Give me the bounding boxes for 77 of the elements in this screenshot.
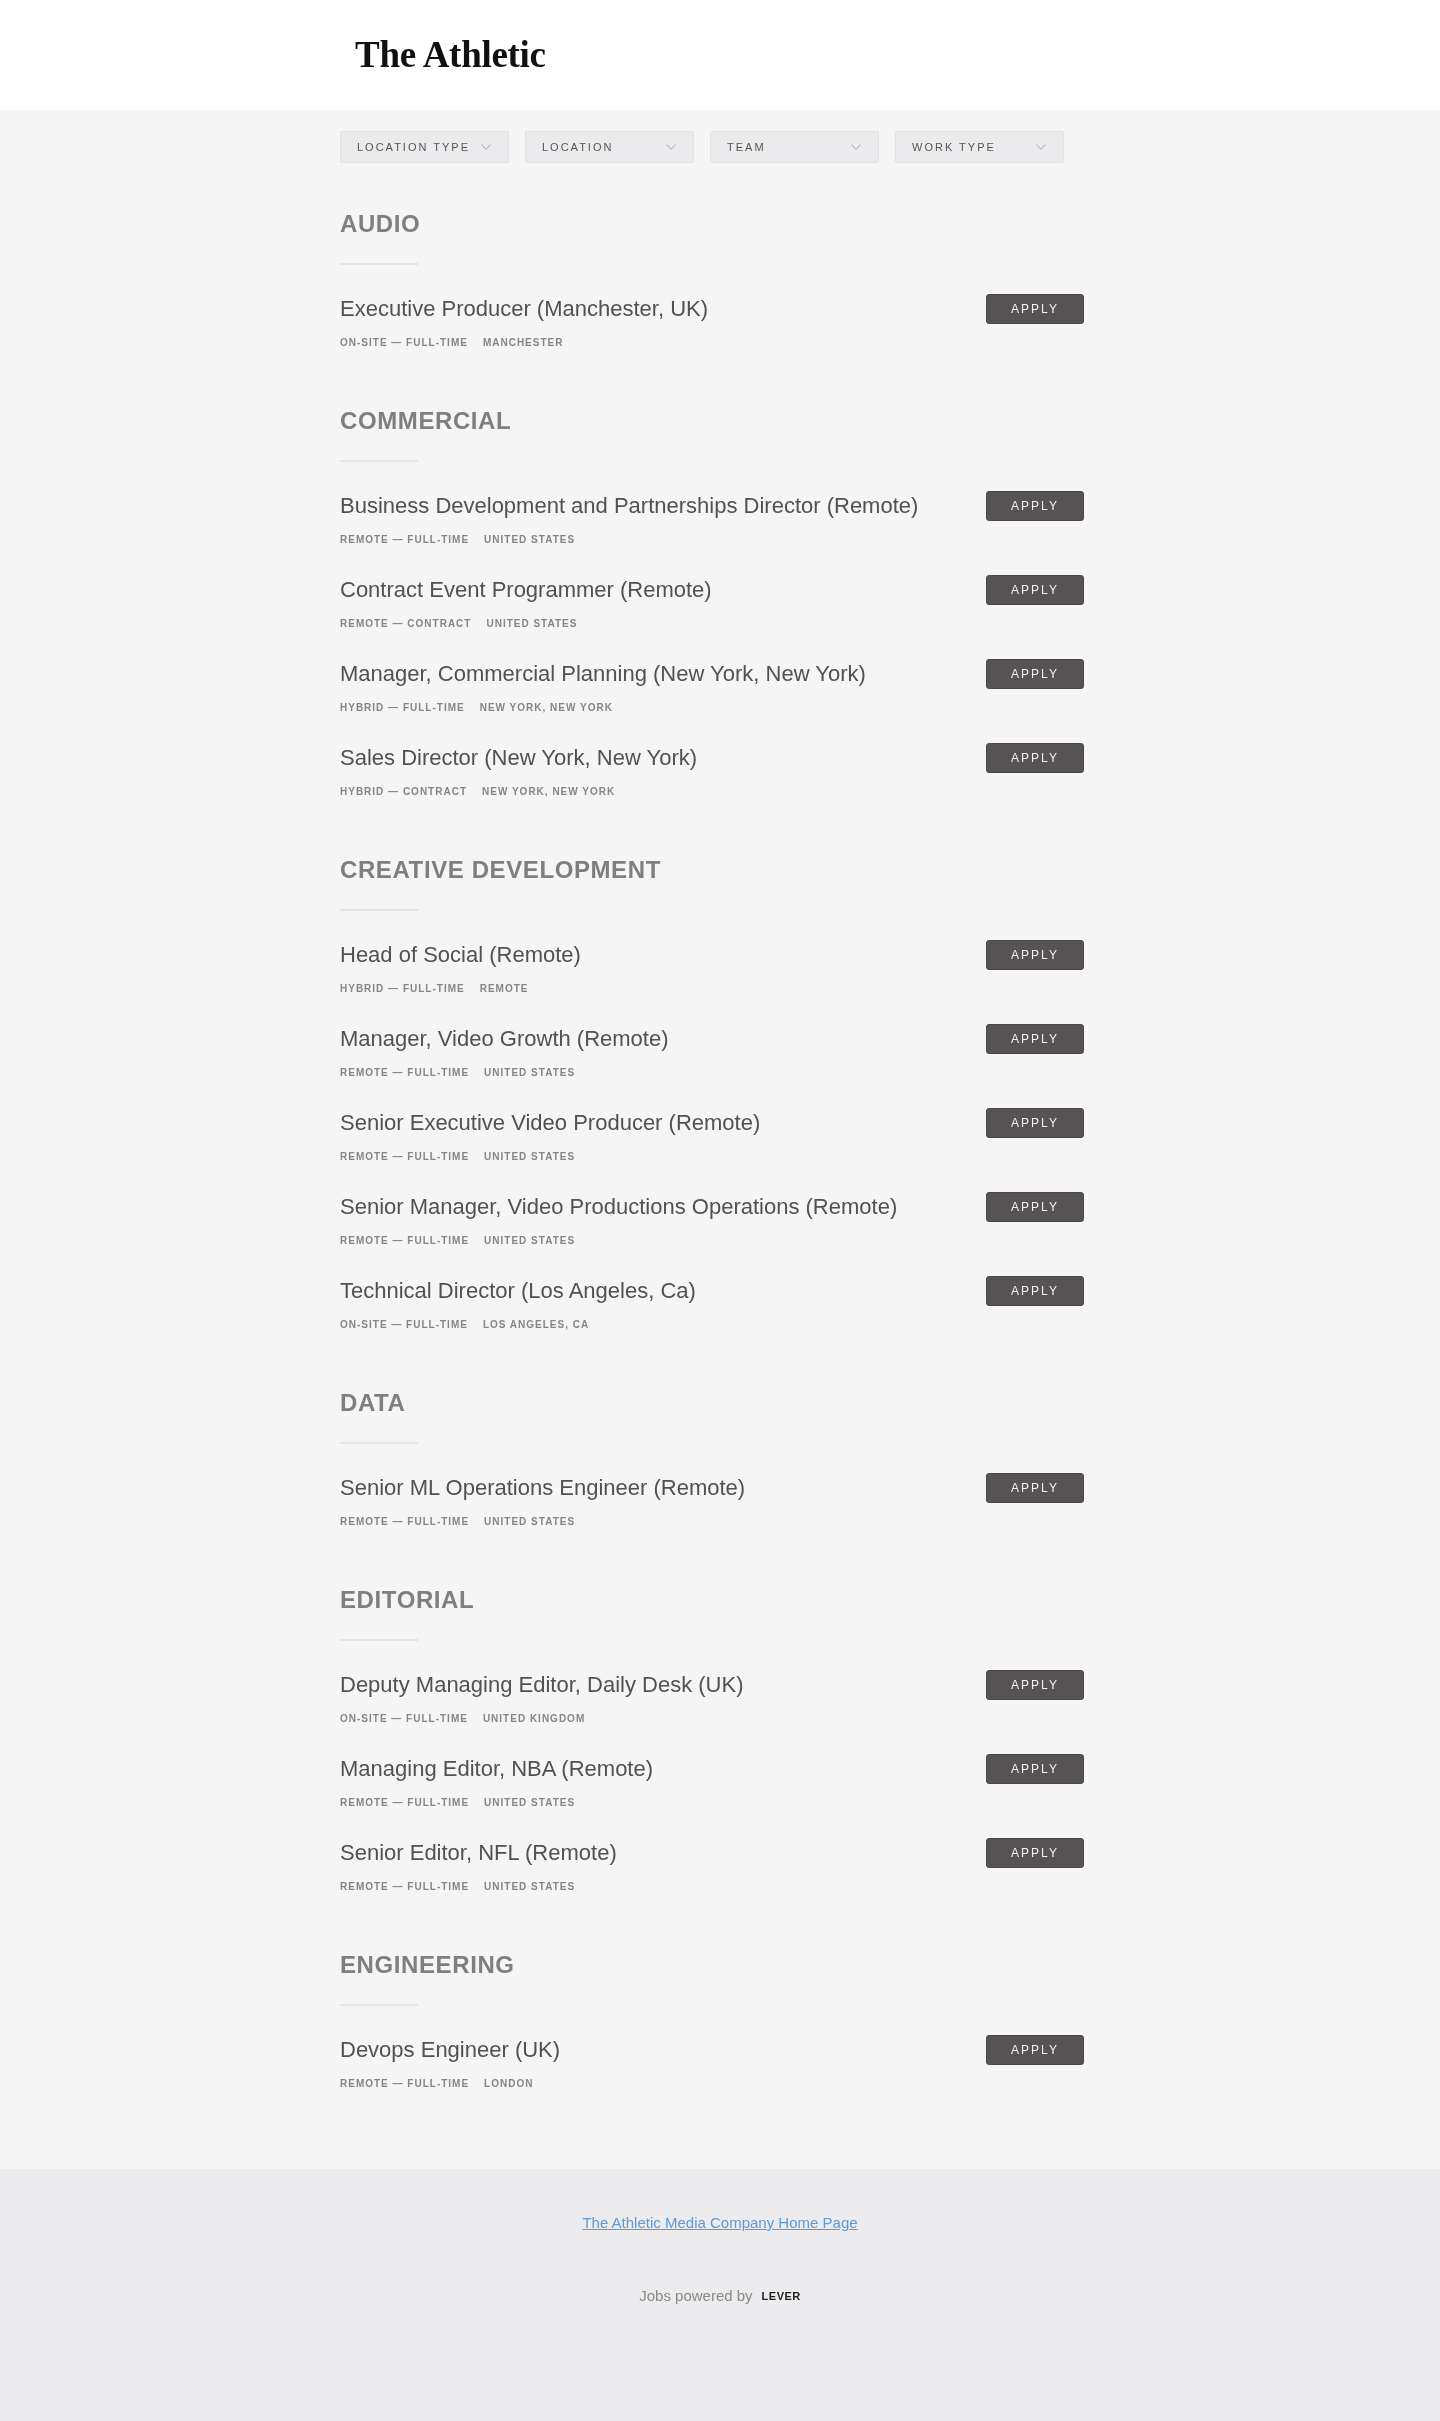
commitment-text: ON-SITE — FULL-TIME [340,1318,468,1332]
section-heading: DATA [340,1388,407,1418]
location-text: UNITED STATES [486,617,578,631]
job-title-link[interactable]: Devops Engineer (UK) [340,2036,561,2064]
commitment-text: ON-SITE — FULL-TIME [340,1712,468,1726]
apply-button[interactable]: APPLY [986,575,1084,605]
location-text: REMOTE [479,982,529,996]
apply-button[interactable]: APPLY [986,1754,1084,1784]
location-text: NEW YORK, NEW YORK [479,701,613,715]
location-text: MANCHESTER [482,336,564,350]
location-text: LONDON [484,2077,534,2091]
commitment-text: REMOTE — FULL-TIME [340,1150,470,1164]
commitment-text: REMOTE — FULL-TIME [340,1234,470,1248]
job-title-link[interactable]: Senior Executive Video Producer (Remote) [340,1109,761,1137]
apply-button[interactable]: APPLY [986,491,1084,521]
location-text: UNITED STATES [484,1880,576,1894]
location-text: LOS ANGELES, CA [482,1318,590,1332]
section-heading: CREATIVE DEVELOPMENT [340,855,662,885]
commitment-text: REMOTE — FULL-TIME [340,1515,470,1529]
job-title-link[interactable]: Senior ML Operations Engineer (Remote) [340,1474,746,1502]
location-text: UNITED STATES [484,1234,576,1248]
chevron-down-icon [851,144,861,150]
commitment-text: REMOTE — FULL-TIME [340,1880,470,1894]
apply-button[interactable]: APPLY [986,1024,1084,1054]
job-title-link[interactable]: Sales Director (New York, New York) [340,744,698,772]
apply-button[interactable]: APPLY [986,659,1084,689]
job-title-link[interactable]: Technical Director (Los Angeles, Ca) [340,1277,696,1305]
apply-button[interactable]: APPLY [986,1192,1084,1222]
apply-button[interactable]: APPLY [986,940,1084,970]
chevron-down-icon [1036,144,1046,150]
apply-button[interactable]: APPLY [986,1838,1084,1868]
lever-logo[interactable]: LEVER [761,2286,801,2306]
commitment-text: REMOTE — FULL-TIME [340,2077,470,2091]
job-title-link[interactable]: Senior Editor, NFL (Remote) [340,1839,617,1867]
commitment-text: REMOTE — FULL-TIME [340,1066,470,1080]
commitment-text: HYBRID — FULL-TIME [340,982,465,996]
job-title-link[interactable]: Manager, Commercial Planning (New York, New York) [340,660,866,688]
section-heading: COMMERCIAL [340,406,513,436]
commitment-text: REMOTE — CONTRACT [340,617,472,631]
job-title-link[interactable]: Contract Event Programmer (Remote) [340,576,712,604]
location-text: UNITED STATES [484,1515,576,1529]
location-text: UNITED STATES [484,1796,576,1810]
filter-dropdown[interactable]: LOCATION TYPE [340,131,509,163]
section-heading: AUDIO [340,209,422,239]
site-logo[interactable]: The Athletic [355,35,546,75]
apply-button[interactable]: APPLY [986,294,1084,324]
job-title-link[interactable]: Business Development and Partnerships Director (Remote) [340,492,919,520]
section-heading: ENGINEERING [340,1950,516,1980]
powered-by-text: Jobs powered by [639,2286,753,2306]
filter-dropdown[interactable]: TEAM [710,131,879,163]
apply-button[interactable]: APPLY [986,1276,1084,1306]
commitment-text: ON-SITE — FULL-TIME [340,336,468,350]
commitment-text: REMOTE — FULL-TIME [340,533,470,547]
apply-button[interactable]: APPLY [986,1473,1084,1503]
job-title-link[interactable]: Managing Editor, NBA (Remote) [340,1755,654,1783]
apply-button[interactable]: APPLY [986,2035,1084,2065]
commitment-text: HYBRID — FULL-TIME [340,701,465,715]
job-title-link[interactable]: Manager, Video Growth (Remote) [340,1025,669,1053]
commitment-text: REMOTE — FULL-TIME [340,1796,470,1810]
apply-button[interactable]: APPLY [986,1670,1084,1700]
location-text: UNITED STATES [484,1066,576,1080]
section-heading: EDITORIAL [340,1585,476,1615]
location-text: NEW YORK, NEW YORK [482,785,616,799]
filter-dropdown[interactable]: LOCATION [525,131,694,163]
location-text: UNITED STATES [484,533,576,547]
job-title-link[interactable]: Senior Manager, Video Productions Operations (Remote) [340,1193,898,1221]
job-title-link[interactable]: Deputy Managing Editor, Daily Desk (UK) [340,1671,744,1699]
chevron-down-icon [481,144,491,150]
location-text: UNITED STATES [484,1150,576,1164]
apply-button[interactable]: APPLY [986,743,1084,773]
filter-dropdown[interactable]: WORK TYPE [895,131,1064,163]
apply-button[interactable]: APPLY [986,1108,1084,1138]
job-title-link[interactable]: Executive Producer (Manchester, UK) [340,295,709,323]
chevron-down-icon [666,144,676,150]
location-text: UNITED KINGDOM [482,1712,586,1726]
job-title-link[interactable]: Head of Social (Remote) [340,941,581,969]
commitment-text: HYBRID — CONTRACT [340,785,467,799]
